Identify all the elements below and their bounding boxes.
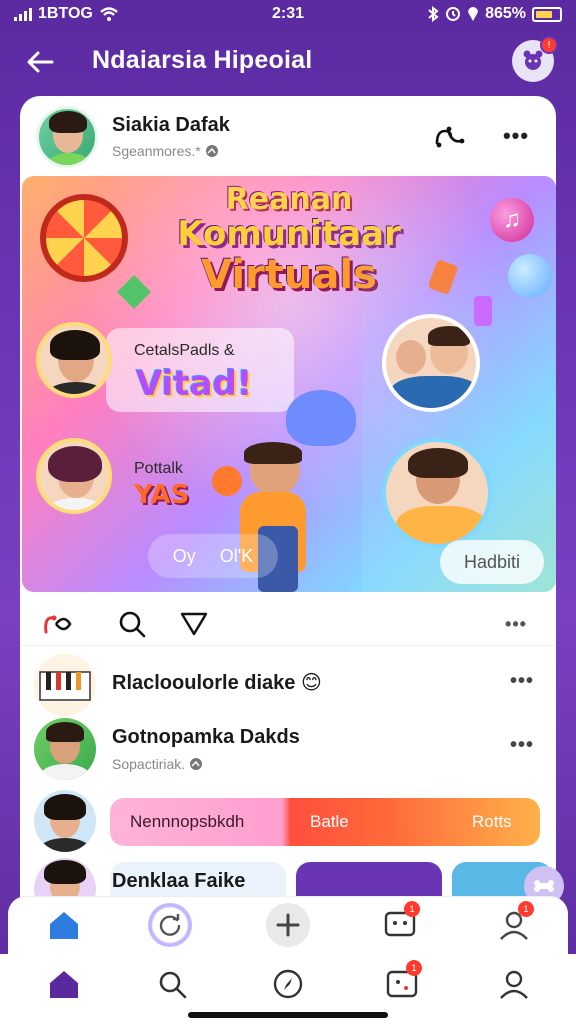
tab-explore[interactable] <box>266 962 310 1006</box>
header-profile-button[interactable]: ! <box>512 36 558 82</box>
list-item-subtitle: Sopactiriak. <box>112 756 203 772</box>
globe-icon <box>205 145 218 157</box>
tab-create-story[interactable] <box>148 903 192 947</box>
tab-activity[interactable]: 1 <box>380 960 424 1006</box>
hero-banner[interactable]: ♫ Reanan Komunitaar Virtuals CetalsPadls… <box>22 176 556 592</box>
member-photo-3[interactable] <box>382 314 480 412</box>
list-more-button[interactable]: ••• <box>510 734 534 757</box>
battery-percent: 865% <box>485 5 526 22</box>
list-avatar[interactable] <box>34 718 96 780</box>
page-title: Ndaiarsia Hipeoial <box>92 46 313 74</box>
tab-profile-upper[interactable]: 1 <box>492 901 536 947</box>
send-icon <box>180 612 208 636</box>
toy-icon <box>212 466 242 496</box>
member-photo-1[interactable] <box>36 322 112 398</box>
list-item-title: Gotnopamka Dakds <box>112 726 300 748</box>
plus-icon <box>276 913 300 937</box>
mascot-cat-icon <box>286 390 356 446</box>
search-icon <box>119 611 146 638</box>
link-icon <box>435 126 465 148</box>
tab-add[interactable] <box>266 903 310 947</box>
bluetooth-icon <box>428 6 439 22</box>
back-button[interactable] <box>22 44 58 80</box>
ellipsis-icon: ••• <box>505 613 527 634</box>
post-card: Siakia Dafak Sgeanmores.* ••• ♫ Reanan K… <box>20 96 556 956</box>
author-subtitle: Sgeanmores.* <box>112 143 219 159</box>
globe-icon <box>190 758 203 770</box>
panel1-headline: Vitad! <box>136 364 253 404</box>
banner-pill-left[interactable]: Oy Ol'K <box>148 534 278 578</box>
refresh-icon <box>159 914 181 936</box>
piano-icon <box>39 671 91 701</box>
notification-badge: ! <box>540 36 558 54</box>
smile-icon: 😊 <box>300 672 322 694</box>
banner-action-button[interactable]: Hadbiti <box>440 540 544 584</box>
mascot-icon <box>523 50 543 70</box>
ellipsis-icon: ••• <box>502 123 530 148</box>
app-header: Ndaiarsia Hipeoial ! <box>0 36 576 86</box>
list-item[interactable]: Rlaclooulorle diake 😊 ••• <box>20 652 556 720</box>
post-actions: ••• <box>20 602 556 646</box>
list-item[interactable]: Nennnopsbkdh Batle Rotts <box>20 788 556 854</box>
activity-badge: 1 <box>406 960 422 976</box>
link-icon <box>44 615 72 634</box>
highlight-bar[interactable]: Nennnopsbkdh Batle Rotts <box>110 798 540 846</box>
arrow-left-icon <box>27 51 54 73</box>
author-avatar[interactable] <box>36 106 98 168</box>
list-item[interactable]: Gotnopamka Dakds Sopactiriak. ••• <box>20 716 556 786</box>
messages-badge: 1 <box>404 901 420 917</box>
actions-more-button[interactable]: ••• <box>500 608 532 640</box>
alarm-icon <box>446 7 461 21</box>
tab-home-upper[interactable] <box>42 903 86 947</box>
member-photo-2[interactable] <box>36 438 112 514</box>
author-name[interactable]: Siakia Dafak <box>112 114 230 137</box>
battery-icon <box>532 6 562 22</box>
send-button[interactable] <box>178 608 210 640</box>
list-more-button[interactable]: ••• <box>510 670 534 693</box>
tab-messages-upper[interactable]: 1 <box>378 901 422 947</box>
home-indicator <box>188 1012 388 1018</box>
compass-icon <box>273 969 303 999</box>
react-button[interactable] <box>42 608 74 640</box>
status-bar: 1BTOG 2:31 865% <box>0 0 576 30</box>
more-options-button[interactable]: ••• <box>498 118 534 154</box>
location-icon <box>468 7 479 21</box>
tab-home[interactable] <box>42 962 86 1006</box>
profile-badge: 1 <box>518 901 534 917</box>
panel1-label: CetalsPadls & <box>134 342 235 359</box>
bar-right-label: Rotts <box>472 812 512 831</box>
list-avatar[interactable] <box>34 790 96 852</box>
share-button[interactable] <box>432 118 468 154</box>
list-avatar[interactable] <box>34 654 96 716</box>
comment-button[interactable] <box>116 608 148 640</box>
search-icon <box>159 971 187 999</box>
panel2-headline: YAS <box>134 480 190 510</box>
tab-search[interactable] <box>150 962 194 1006</box>
tab-profile[interactable] <box>492 962 536 1006</box>
list-item-title: Rlaclooulorle diake 😊 <box>112 672 322 694</box>
bar-left-label: Nennnopsbkdh <box>130 812 245 831</box>
tab-bar-upper: 1 1 <box>8 896 568 954</box>
panel2-label: Pottalk <box>134 460 183 477</box>
list-item-title: Denklaa Faike <box>112 870 246 892</box>
post-header: Siakia Dafak Sgeanmores.* ••• <box>20 96 556 176</box>
bone-icon <box>534 880 554 892</box>
home-icon <box>50 971 78 998</box>
user-icon <box>500 970 528 999</box>
member-photo-4[interactable] <box>382 438 492 548</box>
home-icon <box>50 912 78 939</box>
bar-mid-label: Batle <box>310 812 349 831</box>
